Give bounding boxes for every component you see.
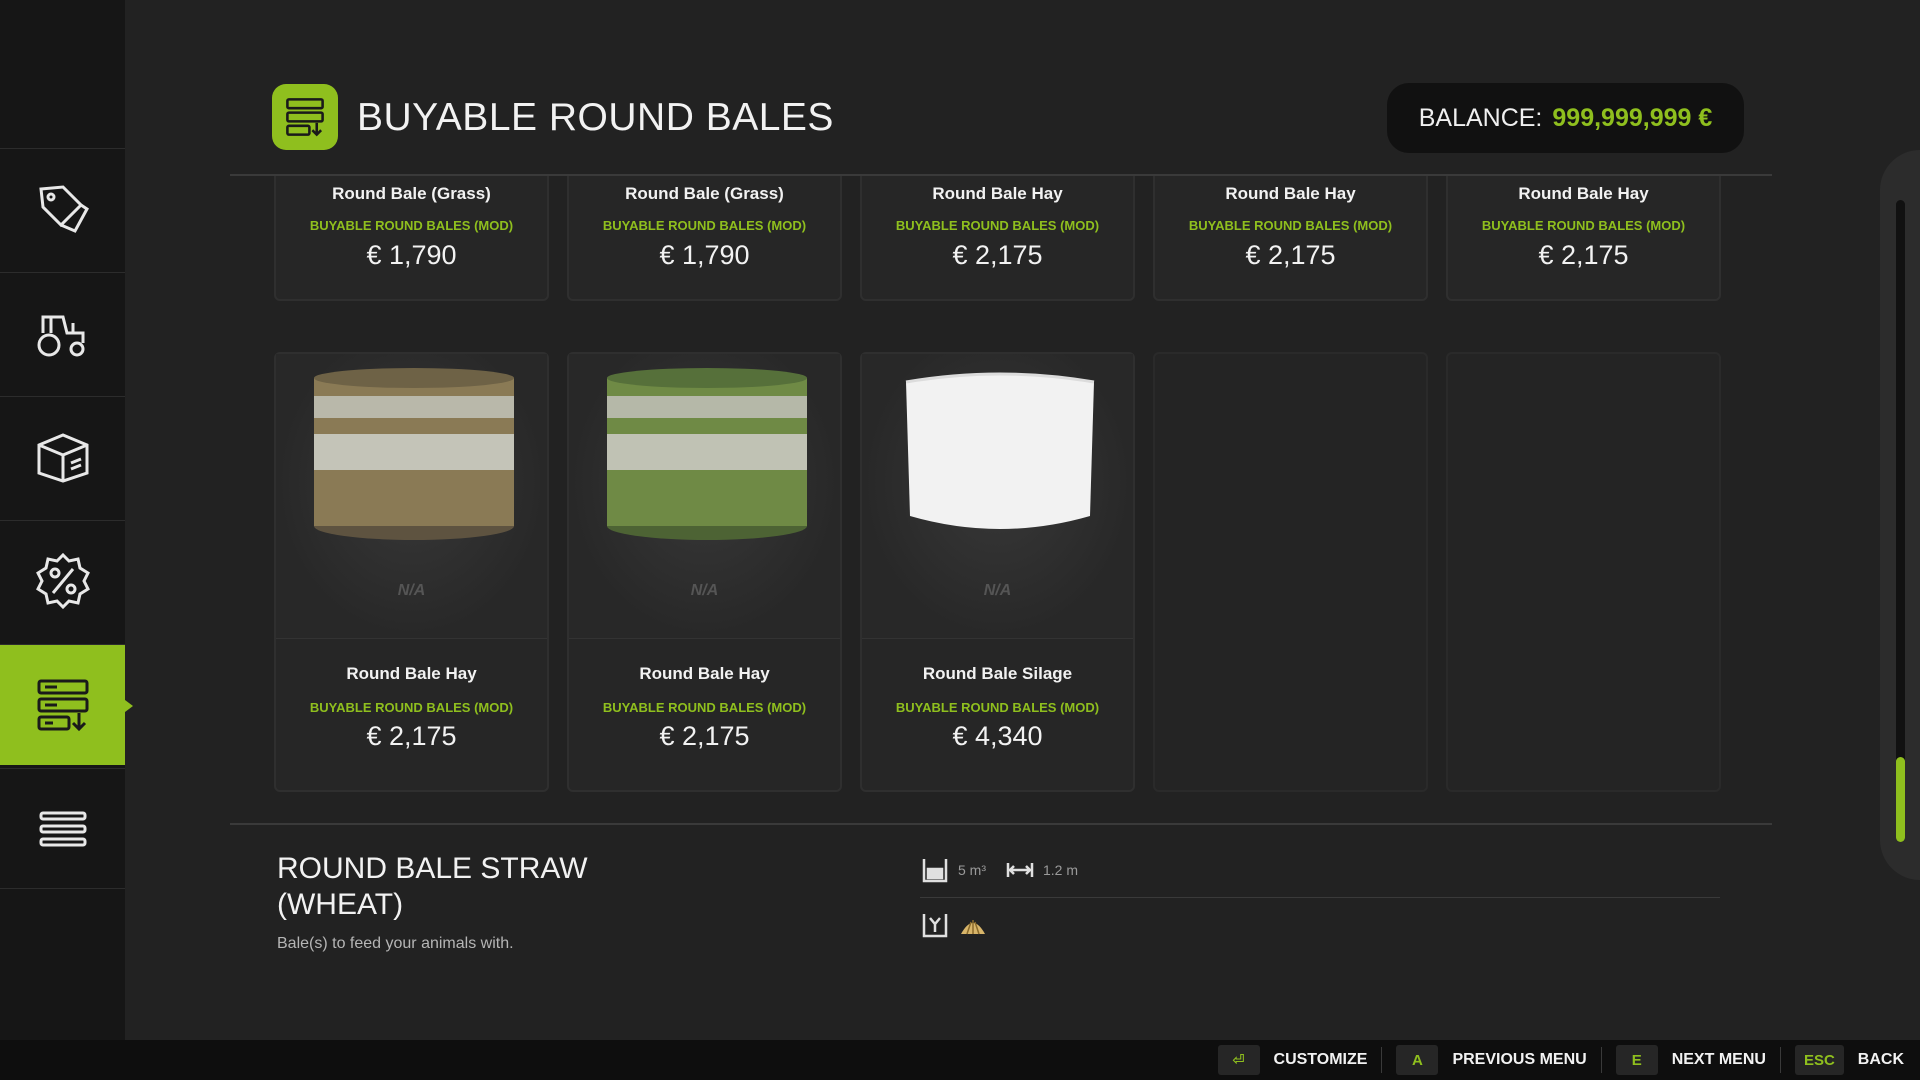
- detail-description: Bale(s) to feed your animals with.: [277, 935, 514, 952]
- width-value: 1.2 m: [1043, 862, 1079, 878]
- straw-pile-icon: [961, 920, 985, 935]
- sidebar-item-sales[interactable]: [0, 520, 125, 641]
- product-source: BUYABLE ROUND BALES (MOD): [895, 700, 1100, 715]
- product-name: Round Bale (Grass): [332, 184, 491, 203]
- product-price: € 2,175: [1538, 240, 1629, 270]
- list-menu-icon: [39, 811, 86, 846]
- grass-bale-image: [607, 368, 807, 540]
- header-bale-shop-icon: [272, 84, 338, 150]
- product-name: Round Bale Hay: [1225, 184, 1356, 203]
- sidebar-item-objects[interactable]: [0, 396, 125, 517]
- customize-button[interactable]: ⏎ CUSTOMIZE: [1217, 1045, 1368, 1075]
- spec-divider: [920, 897, 1720, 898]
- active-indicator-arrow: [125, 700, 133, 712]
- balance-label: BALANCE:: [1418, 103, 1543, 132]
- empty-slot: [1446, 352, 1721, 792]
- product-price: € 2,175: [659, 721, 750, 751]
- product-price: € 2,175: [366, 721, 457, 751]
- availability-label: N/A: [690, 582, 719, 599]
- product-name: Round Bale Hay: [639, 664, 770, 683]
- enter-key-icon: ⏎: [1217, 1045, 1260, 1075]
- silage-bale-image: [905, 372, 1095, 529]
- detail-divider: [230, 823, 1772, 825]
- product-card[interactable]: Round Bale (Grass) BUYABLE ROUND BALES (…: [567, 176, 842, 301]
- balance-value: 999,999,999 €: [1552, 103, 1713, 132]
- product-name: Round Bale Hay: [346, 664, 477, 683]
- product-image: N/A: [569, 354, 840, 639]
- tractor-icon: [37, 315, 84, 357]
- width-icon: [1006, 863, 1034, 877]
- product-source: BUYABLE ROUND BALES (MOD): [309, 218, 514, 233]
- key-e: E: [1615, 1045, 1658, 1075]
- next-menu-label: NEXT MENU: [1671, 1051, 1766, 1068]
- product-card[interactable]: Round Bale (Grass) BUYABLE ROUND BALES (…: [274, 176, 549, 301]
- product-price: € 2,175: [1245, 240, 1336, 270]
- product-name: Round Bale Hay: [1518, 184, 1649, 203]
- product-image: N/A: [862, 354, 1133, 639]
- volume-icon: [922, 859, 948, 883]
- sidebar-item-vehicles[interactable]: [0, 272, 125, 393]
- volume-spec: 5 m³: [920, 855, 986, 885]
- product-card[interactable]: N/A Round Bale Silage BUYABLE ROUND BALE…: [860, 352, 1135, 792]
- product-card[interactable]: Round Bale Hay BUYABLE ROUND BALES (MOD)…: [1153, 176, 1428, 301]
- sidebar: [0, 0, 133, 1040]
- key-esc: ESC: [1794, 1045, 1844, 1075]
- product-grid[interactable]: Round Bale (Grass) BUYABLE ROUND BALES (…: [230, 176, 1770, 806]
- product-price: € 4,340: [952, 721, 1043, 751]
- bale-shop-icon: [37, 679, 88, 732]
- next-menu-button[interactable]: E NEXT MENU: [1615, 1045, 1766, 1075]
- balance-display: BALANCE: 999,999,999 €: [1387, 83, 1744, 153]
- product-image: N/A: [276, 354, 547, 639]
- product-source: BUYABLE ROUND BALES (MOD): [309, 700, 514, 715]
- product-card[interactable]: Round Bale Hay BUYABLE ROUND BALES (MOD)…: [860, 176, 1135, 301]
- product-source: BUYABLE ROUND BALES (MOD): [1481, 218, 1686, 233]
- previous-menu-button[interactable]: A PREVIOUS MENU: [1396, 1045, 1587, 1075]
- product-source: BUYABLE ROUND BALES (MOD): [602, 218, 807, 233]
- product-name: Round Bale (Grass): [625, 184, 784, 203]
- product-price: € 1,790: [659, 240, 750, 270]
- availability-label: N/A: [397, 582, 426, 599]
- footer-separator: [1779, 1047, 1781, 1073]
- product-card[interactable]: N/A Round Bale Hay BUYABLE ROUND BALES (…: [274, 352, 549, 792]
- scrollbar-track[interactable]: [1896, 200, 1905, 842]
- previous-menu-label: PREVIOUS MENU: [1452, 1051, 1587, 1068]
- empty-slot: [1153, 352, 1428, 792]
- sidebar-item-more[interactable]: [0, 768, 125, 889]
- key-a: A: [1396, 1045, 1439, 1075]
- usage-spec: [920, 910, 988, 940]
- sidebar-item-buyable-bales[interactable]: [0, 644, 133, 765]
- back-label: BACK: [1857, 1051, 1904, 1068]
- detail-title: ROUND BALE STRAW (WHEAT): [277, 852, 588, 921]
- scrollbar-thumb[interactable]: [1896, 757, 1905, 842]
- footer-separator: [1381, 1047, 1383, 1073]
- width-spec: 1.2 m: [1005, 855, 1078, 885]
- page-title: BUYABLE ROUND BALES: [357, 96, 834, 139]
- footer-separator: [1600, 1047, 1602, 1073]
- animal-feed-icon: [922, 914, 948, 938]
- product-price: € 2,175: [952, 240, 1043, 270]
- product-card[interactable]: N/A Round Bale Hay BUYABLE ROUND BALES (…: [567, 352, 842, 792]
- product-source: BUYABLE ROUND BALES (MOD): [1188, 218, 1393, 233]
- availability-label: N/A: [983, 582, 1012, 599]
- product-source: BUYABLE ROUND BALES (MOD): [895, 218, 1100, 233]
- footer-bar: ⏎ CUSTOMIZE A PREVIOUS MENU E NEXT MENU …: [0, 1040, 1920, 1080]
- product-price: € 1,790: [366, 240, 457, 270]
- product-name: Round Bale Hay: [932, 184, 1063, 203]
- box-icon: [37, 433, 88, 483]
- product-card[interactable]: Round Bale Hay BUYABLE ROUND BALES (MOD)…: [1446, 176, 1721, 301]
- sidebar-item-shop-tags[interactable]: [0, 148, 125, 269]
- percent-badge-icon: [35, 552, 90, 610]
- customize-label: CUSTOMIZE: [1273, 1051, 1368, 1068]
- hay-bale-image: [314, 368, 514, 540]
- back-button[interactable]: ESC BACK: [1794, 1045, 1904, 1075]
- product-name: Round Bale Silage: [922, 664, 1073, 683]
- product-source: BUYABLE ROUND BALES (MOD): [602, 700, 807, 715]
- price-tag-icon: [38, 185, 89, 233]
- volume-value: 5 m³: [958, 862, 986, 878]
